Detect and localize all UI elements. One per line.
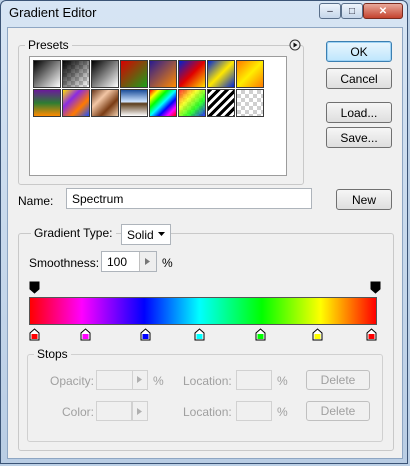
delete-opacity-stop-button[interactable]: Delete [306,370,370,390]
color-stop-4[interactable] [255,328,266,341]
close-button[interactable]: ✕ [363,3,403,19]
stops-label: Stops [34,347,71,361]
preset-swatch-transparent-rainbow[interactable] [178,89,206,117]
minimize-button[interactable]: – [319,3,341,19]
color-location-field[interactable] [236,401,272,421]
color-stop-1[interactable] [80,328,91,341]
opacity-field[interactable] [96,370,148,390]
opacity-stop-right[interactable] [370,281,381,294]
ok-button[interactable]: OK [326,41,392,62]
smoothness-flyout-button[interactable] [139,252,156,271]
presets-group: Presets [18,38,304,185]
preset-swatch-copper[interactable] [91,89,119,117]
preset-swatch-black-white[interactable] [91,60,119,88]
chevron-down-icon [158,232,165,236]
preset-swatch-red-green[interactable] [120,60,148,88]
smoothness-value: 100 [107,254,128,269]
presets-scrollbar[interactable] [281,57,286,175]
play-icon [137,376,142,383]
presets-list [29,56,287,176]
opacity-location-unit: % [277,374,288,388]
stops-group: Stops Opacity: % Location: % Delete Colo… [27,347,383,442]
preset-swatch-fg-to-bg[interactable] [33,60,61,88]
smoothness-label: Smoothness: [29,256,100,270]
play-circle-icon[interactable] [289,39,301,51]
new-button[interactable]: New [336,189,392,210]
name-value: Spectrum [72,191,124,206]
load-button[interactable]: Load... [326,102,392,123]
play-icon [137,408,142,415]
delete-color-stop-button[interactable]: Delete [306,401,370,421]
preset-swatch-chrome[interactable] [120,89,148,117]
opacity-label: Opacity: [50,374,95,388]
window-title: Gradient Editor [9,5,97,20]
gradient-preview-bar[interactable] [29,297,377,325]
color-swatch-field[interactable] [96,401,132,421]
color-stop-5[interactable] [312,328,323,341]
preset-swatch-transparent-stripes[interactable] [207,89,235,117]
location-label-color: Location: [183,405,232,419]
gradient-editor-window: Gradient Editor – □ ✕ Presets OK Cancel … [0,0,408,464]
preset-swatch-spectrum[interactable] [149,89,177,117]
preset-swatch-violet-green-orange[interactable] [33,89,61,117]
preset-swatch-fg-to-transparent[interactable] [62,60,90,88]
gradient-type-select[interactable]: Solid [121,224,171,245]
presets-label: Presets [25,38,72,52]
color-stop-6[interactable] [366,328,377,341]
color-stop-0[interactable] [29,328,40,341]
opacity-stop-left[interactable] [29,281,40,294]
maximize-button[interactable]: □ [341,3,363,19]
color-flyout-button[interactable] [132,401,148,421]
preset-swatch-yellow-violet-orange-blue[interactable] [62,89,90,117]
gradient-type-value: Solid [127,227,154,242]
preset-swatch-orange-yellow-orange[interactable] [236,60,264,88]
color-label: Color: [62,405,95,419]
gradient-type-label: Gradient Type: [31,226,116,240]
dialog-body: Presets OK Cancel Load... Save... Name: … [7,27,403,459]
color-stop-3[interactable] [194,328,205,341]
preset-swatch-blue-red-yellow[interactable] [178,60,206,88]
play-icon [145,258,150,265]
opacity-flyout-button[interactable] [132,371,147,389]
title-bar[interactable]: Gradient Editor – □ ✕ [1,1,409,27]
preset-swatch-checker-transparent[interactable] [236,89,264,117]
cancel-button[interactable]: Cancel [326,68,392,89]
opacity-unit: % [153,374,164,388]
save-button[interactable]: Save... [326,127,392,148]
opacity-location-field[interactable] [236,370,272,390]
color-location-unit: % [277,405,288,419]
color-stop-2[interactable] [140,328,151,341]
name-label: Name: [18,194,54,208]
location-label-opacity: Location: [183,374,232,388]
gradient-group: Gradient Type: Solid Smoothness: 100 % S… [18,224,394,451]
preset-swatch-violet-orange[interactable] [149,60,177,88]
name-field[interactable]: Spectrum [66,188,312,209]
smoothness-unit: % [162,256,173,270]
smoothness-field[interactable]: 100 [101,251,157,272]
preset-swatch-blue-yellow-blue[interactable] [207,60,235,88]
